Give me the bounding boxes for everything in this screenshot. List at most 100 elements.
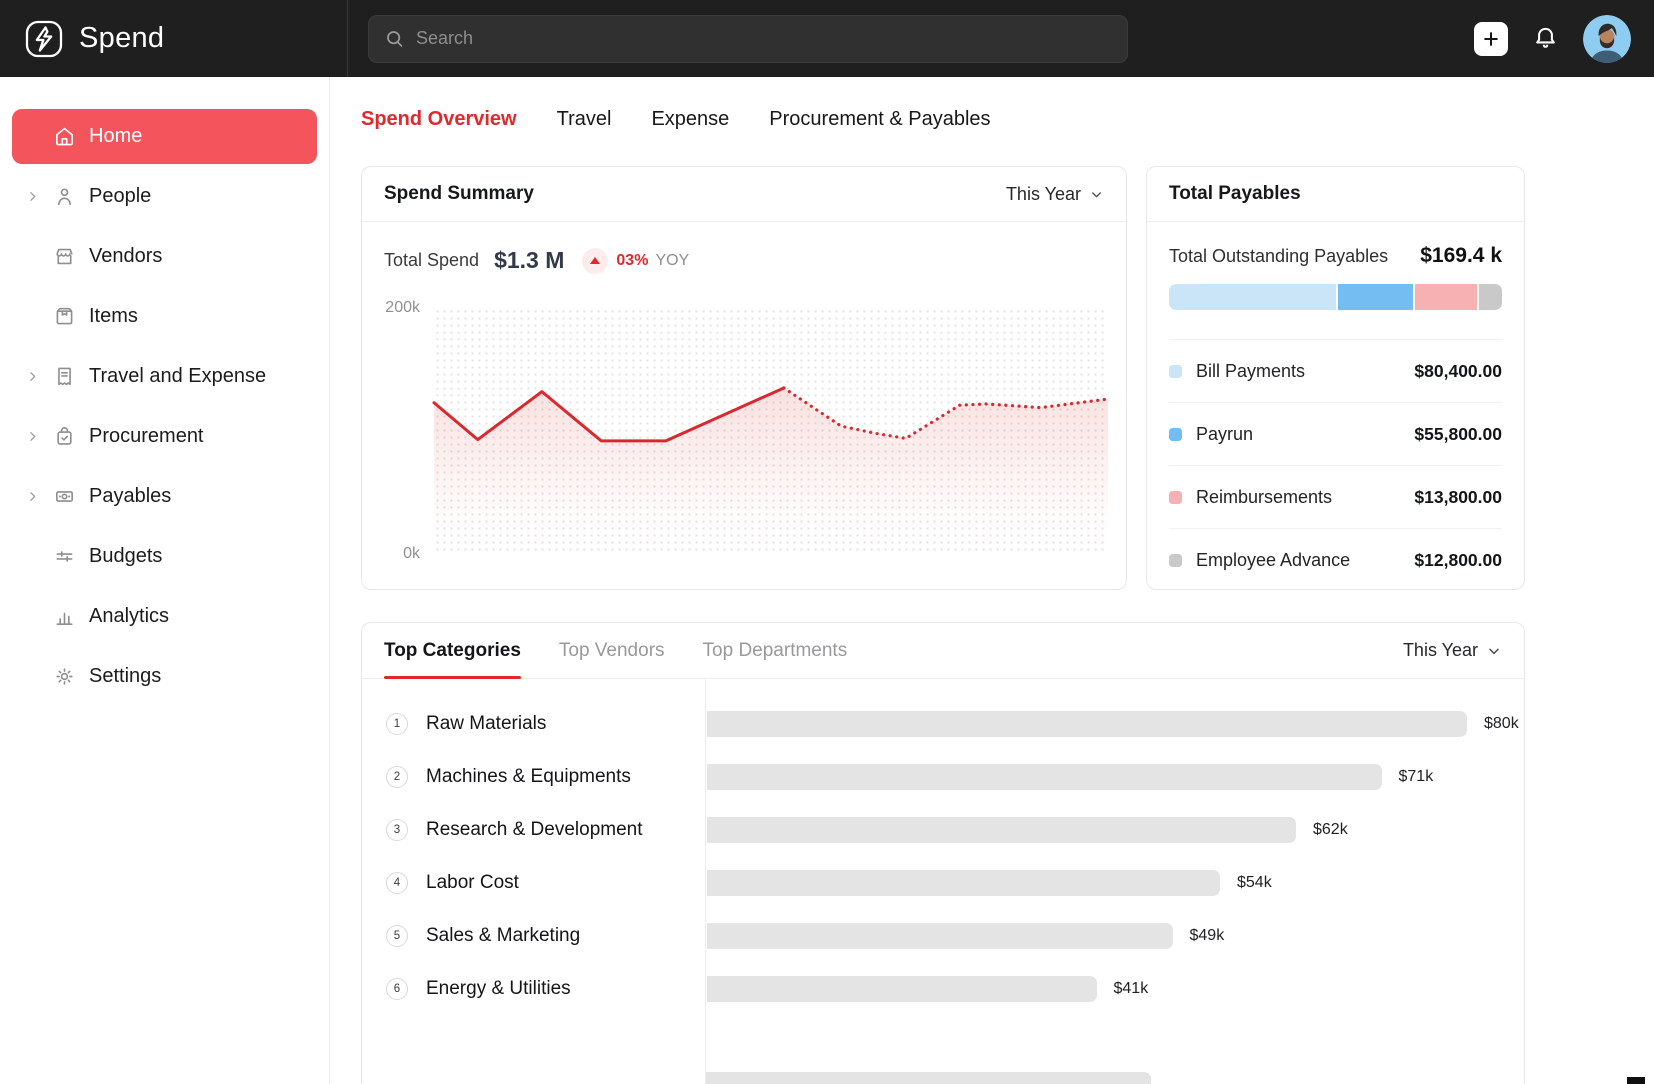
sidebar-item-label: Budgets (89, 545, 162, 568)
sidebar-item-items[interactable]: Items (12, 289, 317, 344)
stacked-bar-segment-employee-advance (1479, 284, 1502, 310)
sidebar-item-label: Home (89, 125, 142, 148)
tab-procurement-payables[interactable]: Procurement & Payables (769, 108, 990, 131)
card-title: Spend Summary (384, 183, 534, 205)
bar-value-label: $80k (1484, 715, 1519, 733)
category-label: Raw Materials (426, 713, 546, 735)
bar-value-label: $62k (1313, 821, 1348, 839)
top-breakdown-card: Top Categories Top Vendors Top Departments… (361, 622, 1525, 1084)
tab-spend-overview[interactable]: Spend Overview (361, 108, 517, 131)
chevron-down-icon (1089, 187, 1104, 202)
legend-chip (1169, 428, 1182, 441)
total-spend-row: Total Spend $1.3 M 03% YOY (362, 222, 1126, 274)
payables-row: Reimbursements $13,800.00 (1169, 465, 1502, 528)
store-icon (52, 245, 76, 268)
brand-logo-icon (24, 19, 64, 59)
bar-row: $49k (707, 909, 1524, 962)
rank-badge: 5 (386, 925, 408, 947)
sidebar-item-budgets[interactable]: Budgets (12, 529, 317, 584)
payables-row-value: $12,800.00 (1414, 550, 1502, 571)
bar-value-label: $49k (1190, 927, 1225, 945)
sidebar-item-label: Items (89, 305, 138, 328)
total-spend-label: Total Spend (384, 250, 479, 271)
notifications-button[interactable] (1532, 25, 1559, 52)
sidebar-item-label: Travel and Expense (89, 365, 266, 388)
period-selector[interactable]: This Year (1006, 184, 1104, 205)
bar-row: $41k (707, 962, 1524, 1015)
sidebar-item-vendors[interactable]: Vendors (12, 229, 317, 284)
spend-line-chart: 200k 0k (382, 308, 1108, 554)
sidebar: Home People Vendors Items Travel and Exp… (0, 77, 330, 1084)
avatar[interactable] (1583, 15, 1631, 63)
category-bar (707, 817, 1296, 843)
receipt-icon (52, 365, 76, 388)
plus-icon (1481, 29, 1501, 49)
total-payables-header: Total Payables (1147, 167, 1524, 222)
sidebar-item-home[interactable]: Home (12, 109, 317, 164)
category-label: Research & Development (426, 819, 643, 841)
sidebar-item-settings[interactable]: Settings (12, 649, 317, 704)
payables-row-label: Reimbursements (1196, 487, 1332, 508)
spend-summary-card: Spend Summary This Year Total Spend $1.3… (361, 166, 1127, 590)
category-bar (707, 764, 1382, 790)
payables-stacked-bar (1169, 284, 1502, 310)
category-bar (707, 711, 1467, 737)
sidebar-item-travel-and-expense[interactable]: Travel and Expense (12, 349, 317, 404)
tab-travel[interactable]: Travel (557, 108, 612, 131)
category-list: 1 Raw Materials 2 Machines & Equipments … (362, 679, 706, 1084)
category-row: 2 Machines & Equipments (362, 750, 705, 803)
sidebar-item-analytics[interactable]: Analytics (12, 589, 317, 644)
payables-row-value: $55,800.00 (1414, 424, 1502, 445)
chevron-right-icon (26, 190, 52, 203)
yoy-label: YOY (655, 252, 689, 270)
stacked-bar-segment-bill-payments (1169, 284, 1336, 310)
search-bar[interactable] (368, 15, 1128, 63)
triangle-up-icon (590, 257, 600, 264)
outstanding-value: $169.4 k (1420, 244, 1502, 268)
yoy-badge (582, 248, 608, 274)
category-label: Energy & Utilities (426, 978, 571, 1000)
period-selector[interactable]: This Year (1403, 640, 1502, 661)
brand-name: Spend (79, 22, 164, 55)
search-input[interactable] (416, 28, 1112, 49)
category-bar-chart: $80k $71k $62k $54k $49k $41k (707, 679, 1524, 1084)
category-label: Sales & Marketing (426, 925, 580, 947)
rank-badge: 2 (386, 766, 408, 788)
sidebar-item-procurement[interactable]: Procurement (12, 409, 317, 464)
search-icon (384, 28, 405, 49)
sliders-icon (52, 545, 76, 568)
topbar: Spend (0, 0, 1654, 77)
add-button[interactable] (1474, 22, 1508, 56)
top-breakdown-header: Top Categories Top Vendors Top Departments… (362, 623, 1524, 679)
sidebar-item-people[interactable]: People (12, 169, 317, 224)
tab-top-vendors[interactable]: Top Vendors (559, 623, 665, 678)
tab-expense[interactable]: Expense (651, 108, 729, 131)
rank-badge: 3 (386, 819, 408, 841)
period-label: This Year (1006, 184, 1081, 205)
bar-row: $80k (707, 697, 1524, 750)
bar-value-label: $41k (1114, 980, 1149, 998)
bar-value-label: $71k (1399, 768, 1434, 786)
category-label: Labor Cost (426, 872, 519, 894)
bar-row: $54k (707, 856, 1524, 909)
stacked-bar-segment-payrun (1338, 284, 1413, 310)
tab-top-departments[interactable]: Top Departments (703, 623, 848, 678)
payables-row: Payrun $55,800.00 (1169, 402, 1502, 465)
sidebar-item-payables[interactable]: Payables (12, 469, 317, 524)
top-categories-body: 1 Raw Materials 2 Machines & Equipments … (362, 679, 1524, 1084)
tab-top-categories[interactable]: Top Categories (384, 623, 521, 678)
category-row: 4 Labor Cost (362, 856, 705, 909)
legend-chip (1169, 365, 1182, 378)
sidebar-item-label: Settings (89, 665, 161, 688)
stacked-bar-segment-reimbursements (1415, 284, 1477, 310)
category-bar (707, 923, 1173, 949)
category-row: 1 Raw Materials (362, 697, 705, 750)
sidebar-item-label: Analytics (89, 605, 169, 628)
sidebar-item-label: Vendors (89, 245, 162, 268)
category-row: 6 Energy & Utilities (362, 962, 705, 1015)
outstanding-label: Total Outstanding Payables (1169, 246, 1388, 267)
bell-icon (1532, 25, 1559, 52)
sidebar-item-label: Payables (89, 485, 171, 508)
chevron-right-icon (26, 370, 52, 383)
category-row: 5 Sales & Marketing (362, 909, 705, 962)
